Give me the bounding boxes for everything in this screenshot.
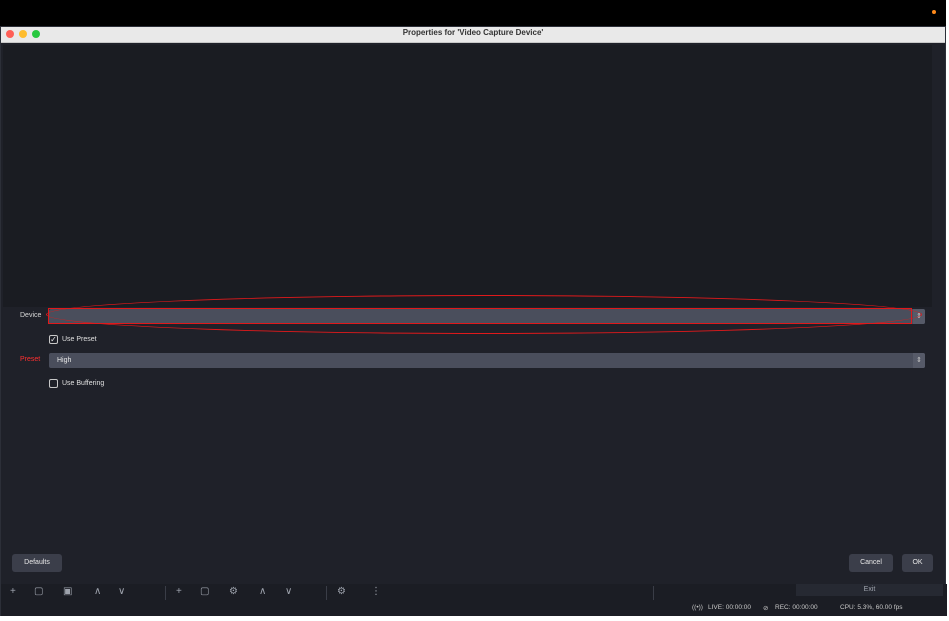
up-down-arrows-icon: ⇕ (913, 353, 925, 368)
menu-bar (0, 0, 946, 26)
source-down-icon[interactable]: ∨ (285, 585, 292, 599)
move-up-icon[interactable]: ∧ (94, 585, 101, 599)
move-down-icon[interactable]: ∨ (118, 585, 125, 599)
window-title: Properties for 'Video Capture Device' (402, 28, 544, 37)
cancel-button[interactable]: Cancel (849, 554, 893, 572)
use-buffering-checkbox[interactable] (49, 379, 58, 388)
source-up-icon[interactable]: ∧ (259, 585, 266, 599)
preset-select[interactable]: High ⇕ (49, 353, 925, 368)
broadcast-icon: ((•)) (692, 604, 703, 611)
cpu-fps: CPU: 5.3%, 60.00 fps (840, 604, 903, 611)
preset-label: Preset (20, 356, 41, 363)
rec-timer: REC: 00:00:00 (775, 604, 818, 611)
up-down-arrows-icon: ⇕ (913, 309, 925, 324)
dock-divider (326, 586, 327, 600)
exit-button[interactable]: Exit (796, 584, 943, 596)
more-options-icon[interactable]: ⋮ (371, 585, 381, 599)
settings-icon[interactable]: ⚙ (229, 585, 238, 599)
device-select[interactable]: ⇕ (49, 309, 925, 324)
device-label: Device (20, 312, 42, 319)
remove-source-icon[interactable]: ▢ (200, 585, 209, 599)
gear-icon[interactable]: ⚙ (337, 585, 346, 599)
add-icon[interactable]: + (10, 585, 16, 599)
use-buffering-label: Use Buffering (62, 380, 105, 387)
preset-select-value: High (57, 357, 72, 364)
ok-button[interactable]: OK (902, 554, 933, 572)
use-preset-label: Use Preset (62, 336, 97, 343)
dock-divider (165, 586, 166, 600)
main-window-dock: + ▢ ▣ ∧ ∨ + ▢ ⚙ ∧ ∨ ⚙ ⋮ Exit (1, 584, 947, 600)
filter-icon[interactable]: ▣ (63, 585, 72, 599)
title-bar: Properties for 'Video Capture Device' (1, 27, 945, 43)
defaults-button[interactable]: Defaults (12, 554, 62, 572)
properties-dialog: Properties for 'Video Capture Device' De… (0, 26, 947, 616)
live-timer: LIVE: 00:00:00 (708, 604, 752, 611)
video-preview (3, 45, 932, 307)
use-preset-checkbox[interactable]: ✓ (49, 335, 58, 344)
record-off-icon: ⊘ (763, 605, 769, 612)
dock-divider (653, 586, 654, 600)
checkmark-icon: ✓ (50, 335, 57, 344)
add-source-icon[interactable]: + (176, 585, 182, 599)
trash-icon[interactable]: ▢ (34, 585, 43, 599)
status-dot-icon (932, 10, 936, 14)
status-bar: ((•)) LIVE: 00:00:00 ⊘ REC: 00:00:00 CPU… (1, 600, 947, 616)
